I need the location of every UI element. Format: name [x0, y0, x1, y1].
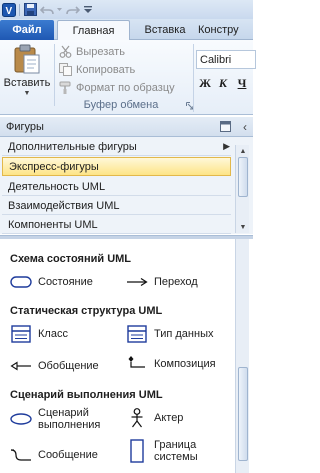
stencil-list: Дополнительные фигуры ▶ Экспресс-фигуры … — [0, 137, 253, 234]
shape-actor[interactable]: Актер — [126, 408, 184, 428]
scroll-down-icon[interactable]: ▼ — [238, 222, 248, 232]
system-boundary-icon — [126, 439, 148, 463]
separator — [54, 44, 55, 106]
shape-message[interactable]: Сообщение — [10, 446, 98, 464]
copy-label: Копировать — [76, 63, 136, 76]
shapes-pane-title: Фигуры — [6, 120, 44, 133]
scrollbar-thumb[interactable] — [238, 157, 248, 197]
stencil-quick-shapes[interactable]: Экспресс-фигуры — [2, 157, 231, 176]
stencil-uml-interaction[interactable]: Взаимодействия UML — [2, 197, 231, 215]
tab-home[interactable]: Главная — [57, 20, 130, 41]
shape-label: Актер — [154, 412, 184, 424]
paste-label: Вставить — [3, 77, 51, 89]
chevron-right-icon: ▶ — [223, 141, 230, 151]
save-icon[interactable] — [23, 3, 37, 17]
stencil-uml-activity[interactable]: Деятельность UML — [2, 178, 231, 196]
shapes-scrollbar[interactable] — [235, 239, 249, 473]
minimize-pane-icon[interactable] — [220, 121, 231, 132]
scrollbar-thumb[interactable] — [238, 367, 248, 461]
bold-button[interactable]: Ж — [198, 75, 212, 91]
scissors-icon — [58, 45, 72, 59]
message-icon — [10, 446, 32, 464]
shape-datatype[interactable]: Тип данных — [126, 325, 214, 343]
clipboard-icon — [13, 44, 41, 74]
section-title: Схема состояний UML — [10, 253, 132, 265]
section-title: Статическая структура UML — [10, 305, 163, 317]
stencil-label: Деятельность UML — [8, 180, 106, 193]
chevron-down-icon[interactable]: ▼ — [24, 90, 31, 97]
shapes-pane-header: Фигуры ‹ — [0, 117, 253, 137]
clipboard-group-label: Буфер обмена — [83, 99, 159, 111]
shape-class[interactable]: Класс — [10, 325, 68, 343]
stencil-uml-components[interactable]: Компоненты UML — [2, 216, 231, 234]
collapse-pane-icon[interactable]: ‹ — [243, 120, 247, 134]
actor-icon — [126, 408, 148, 428]
ribbon-tabs: Файл Главная Вставка Констру — [0, 19, 253, 41]
arrow-right-icon — [126, 273, 148, 291]
copy-icon — [58, 63, 72, 77]
shape-label: Сценарий выполнения — [38, 407, 101, 431]
italic-button[interactable]: К — [216, 75, 230, 91]
undo-icon[interactable] — [40, 3, 54, 17]
tab-file[interactable]: Файл — [0, 20, 54, 40]
shape-label: Тип данных — [154, 328, 214, 340]
underline-button[interactable]: Ч — [235, 75, 249, 91]
class-icon — [10, 325, 32, 343]
shape-label: Композиция — [154, 358, 216, 370]
shape-label: Обобщение — [38, 360, 99, 372]
stencil-label: Экспресс-фигуры — [9, 160, 99, 173]
svg-text:V: V — [6, 6, 13, 17]
copy-button[interactable]: Копировать — [58, 61, 135, 78]
composition-icon — [126, 355, 148, 373]
redo-icon[interactable] — [66, 3, 80, 17]
shape-system-boundary[interactable]: Граница системы — [126, 439, 198, 463]
ellipse-icon — [10, 410, 32, 428]
format-painter-icon — [58, 81, 72, 95]
font-name-select[interactable]: Calibri — [196, 50, 256, 69]
shape-label: Класс — [38, 328, 68, 340]
format-painter-button[interactable]: Формат по образцу — [58, 79, 175, 96]
shape-label: Сообщение — [38, 449, 98, 461]
generalization-icon — [10, 357, 32, 375]
shape-label: Состояние — [38, 276, 93, 288]
visio-logo-icon: V — [2, 2, 16, 17]
separator — [19, 3, 20, 16]
paste-button[interactable]: Вставить ▼ — [3, 42, 51, 98]
shape-use-case[interactable]: Сценарий выполнения — [10, 407, 100, 431]
stencil-label: Дополнительные фигуры — [8, 140, 137, 153]
shape-transition[interactable]: Переход — [126, 273, 198, 291]
shape-generalization[interactable]: Обобщение — [10, 357, 99, 375]
format-painter-label: Формат по образцу — [76, 81, 175, 94]
tab-insert[interactable]: Вставка — [134, 20, 196, 40]
ribbon: Вставить ▼ Вырезать Копировать Формат по… — [0, 40, 256, 115]
cut-label: Вырезать — [76, 45, 125, 58]
section-title: Сценарий выполнения UML — [10, 389, 163, 401]
separator — [193, 44, 194, 112]
stencil-more-shapes[interactable]: Дополнительные фигуры ▶ — [2, 138, 231, 156]
stencil-label: Компоненты UML — [8, 218, 98, 231]
stencil-list-scrollbar[interactable]: ▲ ▼ — [235, 145, 249, 233]
tab-construct[interactable]: Констру — [198, 20, 268, 40]
shapes-area: Схема состояний UML Состояние Переход Ст… — [0, 239, 253, 473]
scroll-up-icon[interactable]: ▲ — [238, 146, 248, 156]
quick-access-dropdown-icon[interactable] — [83, 3, 93, 17]
rounded-rect-icon — [10, 273, 32, 291]
datatype-icon — [126, 325, 148, 343]
shape-composition[interactable]: Композиция — [126, 355, 216, 373]
shape-label: Переход — [154, 276, 198, 288]
shape-label: Граница системы — [154, 439, 198, 463]
shape-state[interactable]: Состояние — [10, 273, 93, 291]
undo-dropdown-icon[interactable] — [57, 3, 63, 17]
cut-button[interactable]: Вырезать — [58, 43, 125, 60]
title-bar: V — [0, 0, 253, 19]
stencil-label: Взаимодействия UML — [8, 199, 120, 212]
